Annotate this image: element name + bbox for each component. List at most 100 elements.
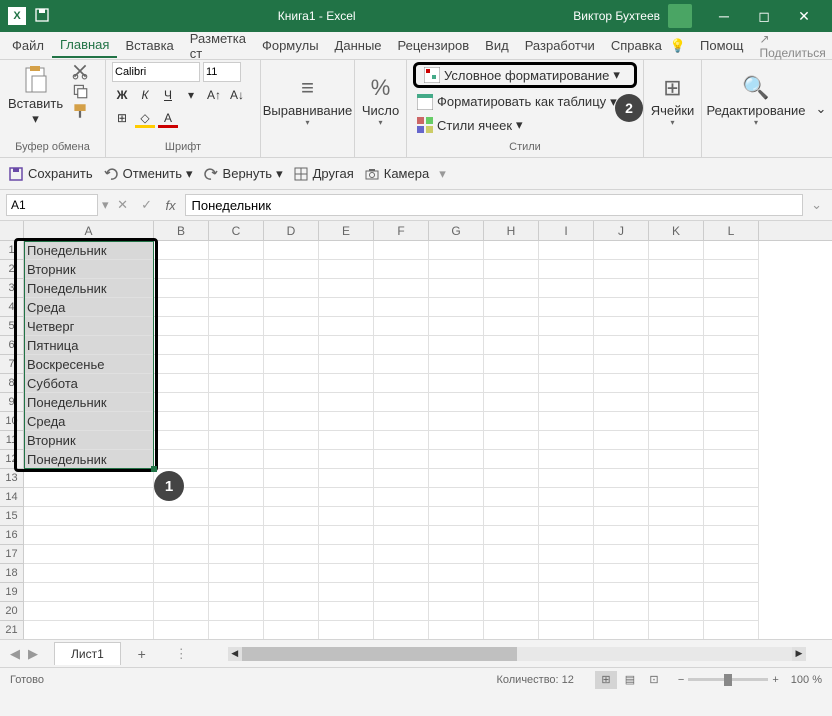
cell[interactable] — [484, 469, 539, 488]
cancel-icon[interactable]: ✕ — [113, 195, 133, 215]
cell[interactable] — [209, 583, 264, 602]
increase-font-icon[interactable]: A↑ — [204, 85, 224, 105]
cell[interactable] — [154, 241, 209, 260]
cell[interactable] — [429, 431, 484, 450]
cell[interactable] — [154, 507, 209, 526]
cell[interactable] — [374, 260, 429, 279]
cell[interactable] — [539, 469, 594, 488]
cell[interactable]: Четверг — [24, 317, 154, 336]
cell[interactable] — [649, 374, 704, 393]
cell[interactable] — [429, 336, 484, 355]
menu-view[interactable]: Вид — [477, 34, 517, 57]
cell[interactable] — [319, 336, 374, 355]
cell[interactable]: Среда — [24, 412, 154, 431]
cell[interactable] — [704, 621, 759, 639]
cell[interactable] — [374, 507, 429, 526]
bold-button[interactable]: Ж — [112, 85, 132, 105]
cell[interactable] — [374, 450, 429, 469]
cell[interactable] — [374, 545, 429, 564]
cell[interactable] — [264, 431, 319, 450]
cell[interactable] — [24, 564, 154, 583]
cell[interactable] — [594, 317, 649, 336]
cell[interactable] — [704, 507, 759, 526]
underline-button[interactable]: Ч — [158, 85, 178, 105]
menu-tell-me[interactable]: Помощ — [692, 34, 751, 57]
cell[interactable] — [154, 621, 209, 639]
cell[interactable] — [209, 241, 264, 260]
cell[interactable] — [704, 602, 759, 621]
cell[interactable] — [429, 393, 484, 412]
menu-file[interactable]: Файл — [4, 34, 52, 57]
format-painter-icon[interactable] — [71, 102, 89, 120]
maximize-button[interactable]: ◻ — [744, 0, 784, 32]
cell[interactable] — [484, 450, 539, 469]
spreadsheet-grid[interactable]: A B C D E F G H I J K L 1Понедельник2Вто… — [0, 221, 832, 639]
cell[interactable] — [209, 602, 264, 621]
cell[interactable] — [154, 602, 209, 621]
row-header[interactable]: 10 — [0, 412, 24, 431]
cell[interactable] — [374, 564, 429, 583]
cell[interactable] — [429, 317, 484, 336]
cell[interactable] — [154, 450, 209, 469]
cell[interactable] — [704, 298, 759, 317]
cell[interactable] — [484, 393, 539, 412]
prev-sheet-button[interactable]: ◀ — [6, 645, 24, 663]
row-header[interactable]: 15 — [0, 507, 24, 526]
col-header-a[interactable]: A — [24, 221, 154, 240]
cell[interactable] — [484, 279, 539, 298]
cell-styles-button[interactable]: Стили ячеек ▾ — [413, 115, 637, 135]
cell[interactable] — [594, 545, 649, 564]
row-header[interactable]: 18 — [0, 564, 24, 583]
cell[interactable] — [649, 450, 704, 469]
qat-camera-button[interactable]: Камера — [364, 166, 429, 182]
cell[interactable] — [539, 279, 594, 298]
cell[interactable] — [594, 412, 649, 431]
cell[interactable] — [704, 355, 759, 374]
cell[interactable] — [594, 488, 649, 507]
cell[interactable] — [429, 564, 484, 583]
cell[interactable] — [594, 450, 649, 469]
menu-review[interactable]: Рецензиров — [390, 34, 478, 57]
cell[interactable] — [429, 621, 484, 639]
cell[interactable] — [704, 488, 759, 507]
cell[interactable] — [539, 431, 594, 450]
titlebar-save-icon[interactable] — [34, 7, 52, 25]
fill-handle[interactable] — [151, 466, 157, 472]
cell[interactable] — [319, 355, 374, 374]
cell[interactable] — [649, 279, 704, 298]
row-header[interactable]: 11 — [0, 431, 24, 450]
cell[interactable] — [539, 393, 594, 412]
cell[interactable] — [649, 336, 704, 355]
zoom-in-button[interactable]: + — [772, 674, 778, 686]
menu-data[interactable]: Данные — [327, 34, 390, 57]
cell[interactable] — [649, 545, 704, 564]
cell[interactable] — [704, 431, 759, 450]
col-header-d[interactable]: D — [264, 221, 319, 240]
qat-more-button[interactable]: ▾ — [439, 166, 446, 182]
cell[interactable] — [704, 412, 759, 431]
cell[interactable] — [429, 241, 484, 260]
alignment-button[interactable]: ≡ Выравнивание ▾ — [267, 62, 348, 140]
cell[interactable] — [649, 260, 704, 279]
cell[interactable] — [264, 355, 319, 374]
cell[interactable]: Вторник — [24, 431, 154, 450]
cell[interactable] — [264, 412, 319, 431]
cell[interactable] — [154, 526, 209, 545]
cell[interactable] — [209, 279, 264, 298]
cell[interactable] — [154, 355, 209, 374]
cell[interactable] — [704, 469, 759, 488]
cell[interactable] — [429, 583, 484, 602]
cell[interactable] — [154, 260, 209, 279]
cell[interactable] — [649, 488, 704, 507]
cell[interactable] — [484, 621, 539, 639]
cell[interactable] — [319, 393, 374, 412]
cell[interactable] — [209, 621, 264, 639]
cell[interactable] — [319, 317, 374, 336]
cell[interactable]: Вторник — [24, 260, 154, 279]
cell[interactable] — [24, 602, 154, 621]
cell[interactable] — [649, 507, 704, 526]
cell[interactable] — [704, 583, 759, 602]
next-sheet-button[interactable]: ▶ — [24, 645, 42, 663]
cell[interactable] — [264, 602, 319, 621]
cell[interactable] — [539, 450, 594, 469]
